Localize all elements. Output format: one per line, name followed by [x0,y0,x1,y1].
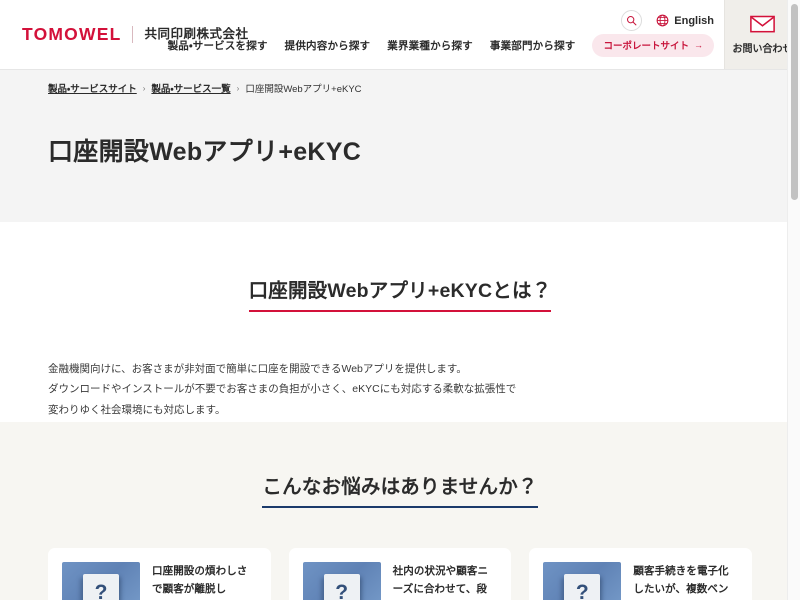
breadcrumb-separator-icon: › [236,83,240,93]
search-icon [627,15,637,26]
problems-heading-underline [262,506,538,508]
card-thumbnail: ? [543,562,622,600]
language-switcher[interactable]: English [656,14,714,27]
arrow-right-icon: → [694,40,703,50]
problems-heading-inner: こんなお悩みはありませんか？ [262,470,538,517]
intro-paragraph-line-2: ダウンロードやインストールが不要でお客さまの負担が小さく、eKYCにも対応する柔… [48,383,517,396]
breadcrumb: 製品・サービスサイト › 製品・サービス一覧 › 口座開設Webアプリ+eKYC [48,81,362,96]
scrollbar-thumb[interactable] [791,4,798,200]
breadcrumb-item-current: 口座開設Webアプリ+eKYC [245,84,362,95]
problem-card[interactable]: ? 口座開設の煩わしさで顧客が離脱し [48,548,271,600]
intro-section: 口座開設Webアプリ+eKYCとは？ 金融機関向けに、お客さまが非対面で簡単に口… [0,222,800,422]
problems-heading-wrap: こんなお悩みはありませんか？ [48,422,752,517]
question-mark-icon: ? [564,574,601,600]
card-thumbnail: ? [62,562,140,600]
intro-heading-wrap: 口座開設Webアプリ+eKYCとは？ [48,222,752,321]
contact-label: お問い合わせ [732,43,793,55]
nav-item-products[interactable]: 製品・サービスを探す [168,38,268,53]
card-text: 社内の状況や顧客ニーズに合わせて、段階的にDX化 [392,565,489,596]
language-label: English [674,14,714,27]
problems-section: こんなお悩みはありませんか？ ? 口座開設の煩わしさで顧客が離脱し ? 社内の状… [0,422,800,600]
card-thumbnail: ? [302,562,381,600]
globe-icon [656,14,669,27]
nav-item-offerings[interactable]: 提供内容から探す [285,38,371,53]
logo-divider [132,26,134,43]
nav-item-industries[interactable]: 業界業種から探す [387,38,473,53]
corporate-site-button[interactable]: コーポレートサイト → [592,34,714,57]
problems-heading: こんなお悩みはありませんか？ [262,476,538,498]
card-text: 口座開設の煩わしさで顧客が離脱し [152,565,248,596]
problem-card-list: ? 口座開設の煩わしさで顧客が離脱し ? 社内の状況や顧客ニーズに合わせて、段階… [48,548,753,600]
main-navigation: 製品・サービスを探す 提供内容から探す 業界業種から探す 事業部門から探す コー… [168,34,714,57]
problem-card[interactable]: ? 顧客手続きを電子化したいが、複数ベンダーを束ねる [529,548,753,600]
card-text: 顧客手続きを電子化したいが、複数ベンダーを束ねる [633,565,729,596]
mail-icon [750,15,775,32]
question-mark-icon: ? [83,574,119,600]
search-button[interactable] [621,10,643,31]
hero-section: 製品・サービスサイト › 製品・サービス一覧 › 口座開設Webアプリ+eKYC… [0,70,800,222]
site-header: TOMOWEL 共同印刷株式会社 English 製品・サービスを探す 提供内容… [0,0,800,70]
problem-card[interactable]: ? 社内の状況や顧客ニーズに合わせて、段階的にDX化 [288,548,512,600]
header-utility-row: English [621,10,714,31]
breadcrumb-item-site[interactable]: 製品・サービスサイト [48,81,137,95]
intro-heading-inner: 口座開設Webアプリ+eKYCとは？ [248,274,552,321]
intro-body: 金融機関向けに、お客さまが非対面で簡単に口座を開設できるWebアプリを提供します… [48,359,752,420]
intro-paragraph-line-1: 金融機関向けに、お客さまが非対面で簡単に口座を開設できるWebアプリを提供します… [48,363,467,375]
corporate-site-label: コーポレートサイト [603,41,689,52]
page-title: 口座開設Webアプリ+eKYC [48,138,362,166]
logo-wordmark: TOMOWEL [22,23,122,44]
intro-heading-underline [248,310,552,312]
header-nav-area: English 製品・サービスを探す 提供内容から探す 業界業種から探す 事業部… [168,0,724,69]
question-mark-icon: ? [323,574,360,600]
page-scrollbar[interactable] [787,0,800,600]
intro-paragraph-line-3: 変わりゆく社会環境にも対応します。 [48,403,226,416]
intro-heading: 口座開設Webアプリ+eKYCとは？ [248,280,552,302]
breadcrumb-separator-icon: › [142,83,146,93]
page-root: TOMOWEL 共同印刷株式会社 English 製品・サービスを探す 提供内容… [0,0,800,600]
nav-item-divisions[interactable]: 事業部門から探す [490,38,576,53]
breadcrumb-item-list[interactable]: 製品・サービス一覧 [151,81,230,95]
